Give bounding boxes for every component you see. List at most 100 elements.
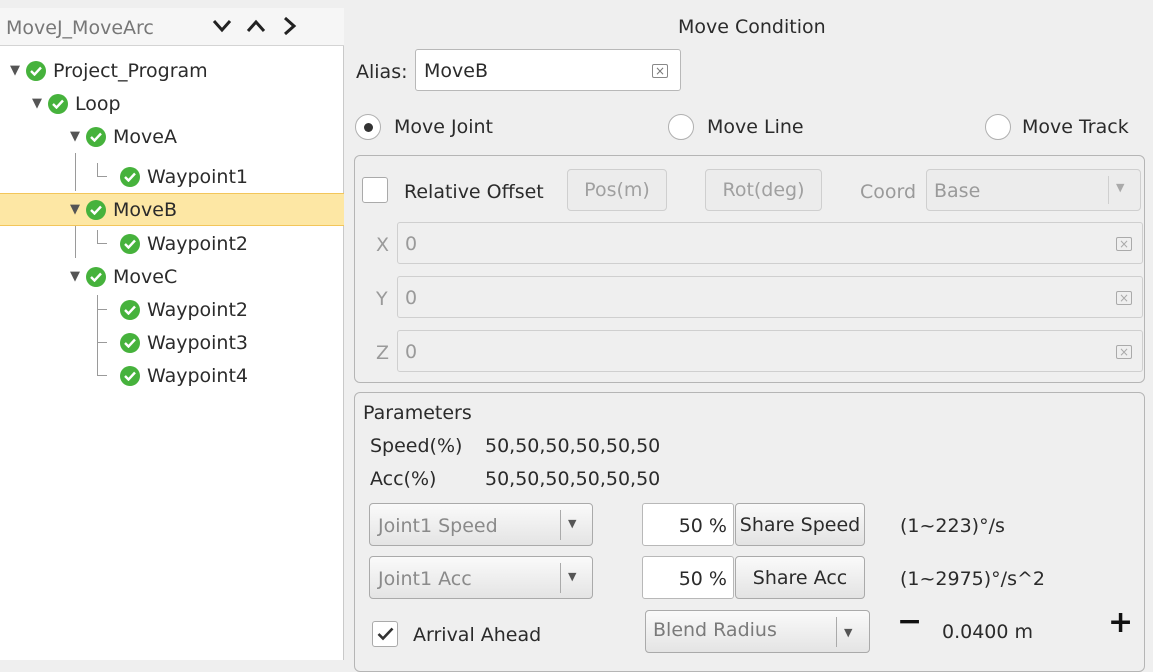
tree-item-label: Waypoint2 bbox=[147, 298, 249, 321]
select-divider bbox=[560, 563, 561, 593]
radio-move-line[interactable] bbox=[668, 114, 694, 140]
joint-acc-input[interactable]: 50 % bbox=[642, 556, 734, 599]
tree-item-movec[interactable]: ▼ MoveC bbox=[0, 260, 344, 293]
speed-value: 50,50,50,50,50,50 bbox=[485, 435, 661, 457]
expand-triangle-icon[interactable]: ▼ bbox=[66, 269, 84, 284]
alias-value: MoveB bbox=[424, 60, 488, 82]
offset-x-value: 0 bbox=[405, 233, 418, 255]
tree-item-label: Waypoint2 bbox=[147, 232, 249, 255]
joint-acc-percent: 50 % bbox=[678, 568, 727, 590]
arrival-ahead-checkbox[interactable] bbox=[372, 621, 398, 647]
radio-label-move-line: Move Line bbox=[707, 116, 804, 138]
expand-triangle-icon[interactable]: ▼ bbox=[6, 63, 24, 78]
tree-item-waypoint1[interactable]: Waypoint1 bbox=[0, 160, 344, 193]
decrease-button[interactable]: − bbox=[897, 607, 922, 638]
tree-item-label: Project_Program bbox=[53, 59, 208, 82]
coord-label: Coord bbox=[860, 181, 917, 203]
clear-text-icon[interactable]: × bbox=[1116, 237, 1133, 251]
dropdown-arrow-icon: ▼ bbox=[568, 570, 577, 583]
tree-item-project-program[interactable]: ▼ Project_Program bbox=[0, 54, 344, 87]
offset-z-input[interactable]: 0 × bbox=[397, 330, 1143, 372]
tree-item-label: Waypoint4 bbox=[147, 364, 249, 387]
acc-range: (1~2975)°/s^2 bbox=[900, 568, 1045, 590]
status-check-icon bbox=[120, 332, 140, 353]
status-check-icon bbox=[120, 365, 140, 386]
tree-item-label: Waypoint3 bbox=[147, 331, 249, 354]
coord-select[interactable]: Base ▼ bbox=[926, 169, 1141, 211]
offset-y-input[interactable]: 0 × bbox=[397, 276, 1143, 318]
radio-move-track[interactable] bbox=[985, 114, 1011, 140]
status-check-icon bbox=[120, 233, 140, 254]
rot-button[interactable]: Rot(deg) bbox=[705, 169, 822, 211]
blend-radius-value: 0.0400 m bbox=[942, 621, 1034, 643]
tree-item-label: Loop bbox=[75, 92, 121, 115]
tree-item-movea[interactable]: ▼ MoveA bbox=[0, 120, 344, 153]
share-acc-button[interactable]: Share Acc bbox=[735, 556, 865, 599]
tree-item-waypoint4[interactable]: Waypoint4 bbox=[0, 359, 344, 392]
offset-y-value: 0 bbox=[405, 287, 418, 309]
radio-label-move-track: Move Track bbox=[1022, 116, 1129, 138]
move-condition-panel: Move Condition Alias: MoveB × Move Joint… bbox=[345, 0, 1153, 672]
tree-item-waypoint3[interactable]: Waypoint3 bbox=[0, 326, 344, 359]
relative-offset-checkbox[interactable] bbox=[362, 177, 388, 203]
blend-radius-select-value: Blend Radius bbox=[653, 619, 777, 641]
coord-value: Base bbox=[934, 180, 981, 202]
dropdown-arrow-icon: ▼ bbox=[568, 517, 577, 530]
pos-button[interactable]: Pos(m) bbox=[567, 169, 667, 211]
clear-text-icon[interactable]: × bbox=[1116, 345, 1133, 359]
blend-radius-select[interactable]: Blend Radius ▼ bbox=[645, 610, 870, 653]
radio-label-move-joint: Move Joint bbox=[394, 116, 493, 138]
tree-item-waypoint2[interactable]: Waypoint2 bbox=[0, 293, 344, 326]
panel-title: Move Condition bbox=[678, 16, 826, 38]
dropdown-arrow-icon: ▼ bbox=[844, 626, 853, 639]
joint-speed-select[interactable]: Joint1 Speed ▼ bbox=[369, 503, 593, 546]
relative-offset-label: Relative Offset bbox=[404, 181, 544, 203]
tree-item-moveb[interactable]: ▼ MoveB bbox=[0, 193, 344, 226]
joint-speed-percent: 50 % bbox=[678, 515, 727, 537]
alias-input[interactable]: MoveB × bbox=[415, 49, 681, 91]
expand-triangle-icon[interactable]: ▼ bbox=[66, 129, 84, 144]
tree-item-loop[interactable]: ▼ Loop bbox=[0, 87, 344, 120]
joint-speed-select-value: Joint1 Speed bbox=[378, 515, 498, 537]
speed-range: (1~223)°/s bbox=[900, 515, 1005, 537]
joint-acc-select-value: Joint1 Acc bbox=[378, 568, 472, 590]
tree-title: MoveJ_MoveArc bbox=[6, 17, 154, 39]
status-check-icon bbox=[86, 199, 106, 220]
chevron-up-icon[interactable] bbox=[242, 12, 270, 40]
acc-label: Acc(%) bbox=[370, 468, 437, 490]
chevron-right-icon[interactable] bbox=[276, 12, 304, 40]
tree-item-label: Waypoint1 bbox=[147, 165, 249, 188]
status-check-icon bbox=[26, 60, 46, 81]
parameters-title: Parameters bbox=[363, 402, 472, 424]
expand-triangle-icon[interactable]: ▼ bbox=[28, 96, 46, 111]
joint-acc-select[interactable]: Joint1 Acc ▼ bbox=[369, 556, 593, 599]
select-divider bbox=[560, 510, 561, 540]
status-check-icon bbox=[86, 126, 106, 147]
increase-button[interactable]: + bbox=[1108, 608, 1133, 638]
tree-header: MoveJ_MoveArc bbox=[0, 8, 344, 46]
expand-triangle-icon[interactable]: ▼ bbox=[66, 202, 84, 217]
tree-item-label: MoveC bbox=[113, 265, 178, 288]
offset-z-value: 0 bbox=[405, 341, 418, 363]
acc-value: 50,50,50,50,50,50 bbox=[485, 468, 661, 490]
joint-speed-input[interactable]: 50 % bbox=[642, 503, 734, 546]
status-check-icon bbox=[86, 266, 106, 287]
arrival-ahead-label: Arrival Ahead bbox=[413, 624, 542, 646]
speed-label: Speed(%) bbox=[370, 435, 463, 457]
clear-text-icon[interactable]: × bbox=[1116, 291, 1133, 305]
clear-text-icon[interactable]: × bbox=[652, 64, 669, 78]
status-check-icon bbox=[120, 299, 140, 320]
tree-item-waypoint2[interactable]: Waypoint2 bbox=[0, 227, 344, 260]
radio-move-joint[interactable] bbox=[355, 114, 381, 140]
axis-label-z: Z bbox=[376, 342, 390, 364]
tree-item-label: MoveA bbox=[113, 125, 177, 148]
axis-label-x: X bbox=[376, 234, 390, 256]
offset-x-input[interactable]: 0 × bbox=[397, 222, 1143, 264]
share-speed-button[interactable]: Share Speed bbox=[735, 503, 865, 546]
alias-label: Alias: bbox=[356, 61, 408, 83]
select-divider bbox=[1108, 176, 1109, 204]
chevron-down-icon[interactable] bbox=[208, 12, 236, 40]
axis-label-y: Y bbox=[376, 288, 388, 310]
program-tree-panel: MoveJ_MoveArc ▼ Project_Program ▼ Loop ▼… bbox=[0, 8, 344, 660]
dropdown-arrow-icon: ▼ bbox=[1116, 181, 1125, 194]
